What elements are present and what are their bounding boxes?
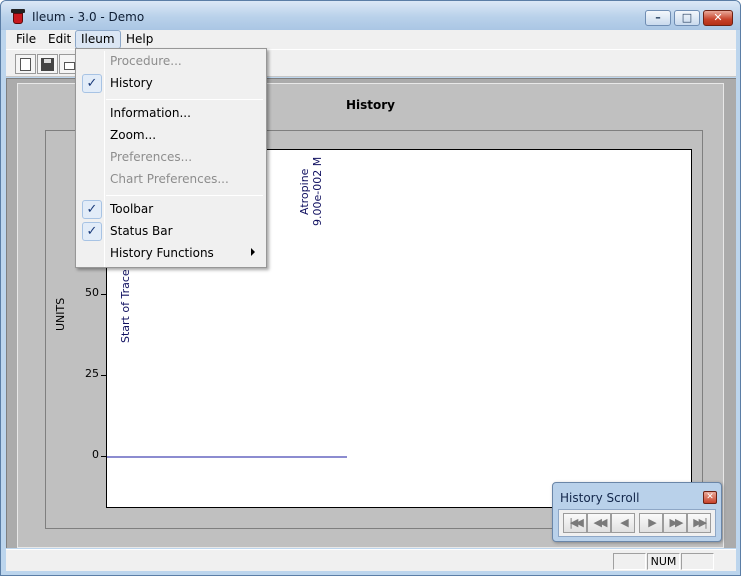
menu-file[interactable]: File xyxy=(10,30,42,49)
minimize-button[interactable]: – xyxy=(645,10,671,26)
menu-separator xyxy=(106,99,263,100)
last-button[interactable]: ▶▶| xyxy=(687,513,711,533)
app-window: Ileum - 3.0 - Demo – □ ✕ File Edit Ileum… xyxy=(0,0,741,576)
dose-annotation: 9.00e-002 M xyxy=(311,156,324,226)
checkmark-icon: ✓ xyxy=(82,74,102,93)
menu-item-zoom[interactable]: Zoom... xyxy=(79,125,263,146)
menu-item-chart-preferences[interactable]: Chart Preferences... xyxy=(79,169,263,190)
step-forward-button[interactable]: ▶ xyxy=(639,513,663,533)
menu-ileum[interactable]: Ileum xyxy=(75,30,121,49)
menu-item-label: History xyxy=(110,76,153,90)
submenu-arrow-icon xyxy=(251,248,255,256)
menu-item-toolbar[interactable]: ✓ Toolbar xyxy=(79,199,263,220)
menu-item-status-bar[interactable]: ✓ Status Bar xyxy=(79,221,263,242)
rewind-button[interactable]: ◀◀ xyxy=(587,513,611,533)
menu-item-label: Preferences... xyxy=(110,150,193,164)
menu-item-procedure[interactable]: Procedure... xyxy=(79,51,263,72)
checkmark-icon: ✓ xyxy=(82,222,102,241)
history-scroll-window: History Scroll ✕ |◀◀ ◀◀ ◀ ▶ ▶▶ ▶▶| xyxy=(552,482,722,542)
checkmark-icon: ✓ xyxy=(82,200,102,219)
y-axis-label: UNITS xyxy=(54,297,67,331)
menu-item-label: History Functions xyxy=(110,246,214,260)
status-pane xyxy=(613,553,646,570)
y-tick-label: 0 xyxy=(92,448,99,461)
title-bar[interactable]: Ileum - 3.0 - Demo – □ ✕ xyxy=(1,1,740,30)
print-icon xyxy=(64,62,75,70)
history-scroll-close-button[interactable]: ✕ xyxy=(703,491,717,504)
menu-separator xyxy=(106,195,263,196)
menu-item-history[interactable]: ✓ History xyxy=(79,73,263,94)
window-title: Ileum - 3.0 - Demo xyxy=(32,10,145,24)
menu-item-label: Procedure... xyxy=(110,54,182,68)
close-button[interactable]: ✕ xyxy=(703,10,733,26)
menu-item-label: Zoom... xyxy=(110,128,157,142)
new-file-button[interactable] xyxy=(15,54,36,74)
close-icon: ✕ xyxy=(713,11,723,24)
new-file-icon xyxy=(20,58,31,71)
ileum-menu-dropdown: Procedure... ✓ History Information... Zo… xyxy=(75,48,267,268)
step-back-button[interactable]: ◀ xyxy=(611,513,635,533)
menu-help[interactable]: Help xyxy=(120,30,159,49)
y-tick-label: 50 xyxy=(85,286,99,299)
fast-forward-button[interactable]: ▶▶ xyxy=(663,513,687,533)
menu-item-preferences[interactable]: Preferences... xyxy=(79,147,263,168)
menu-item-label: Toolbar xyxy=(110,202,154,216)
history-scroll-title: History Scroll xyxy=(560,491,640,505)
menu-item-label: Information... xyxy=(110,106,191,120)
ileum-app-icon xyxy=(11,9,25,25)
status-pane xyxy=(681,553,714,570)
y-tick-label: 25 xyxy=(85,367,99,380)
menu-bar: File Edit Ileum Help xyxy=(6,30,736,49)
history-scroll-controls: |◀◀ ◀◀ ◀ ▶ ▶▶ ▶▶| xyxy=(558,509,716,537)
first-button[interactable]: |◀◀ xyxy=(563,513,587,533)
save-icon xyxy=(41,58,54,71)
menu-edit[interactable]: Edit xyxy=(42,30,77,49)
menu-item-label: Chart Preferences... xyxy=(110,172,229,186)
menu-item-label: Status Bar xyxy=(110,224,173,238)
save-button[interactable] xyxy=(37,54,58,74)
maximize-icon: □ xyxy=(681,11,693,24)
minimize-icon: – xyxy=(655,11,661,24)
menu-item-history-functions[interactable]: History Functions xyxy=(79,243,263,264)
drug-annotation: Atropine xyxy=(298,168,311,215)
menu-item-information[interactable]: Information... xyxy=(79,103,263,124)
maximize-button[interactable]: □ xyxy=(674,10,700,26)
status-num-indicator: NUM xyxy=(647,553,680,570)
status-bar: NUM xyxy=(6,549,736,571)
